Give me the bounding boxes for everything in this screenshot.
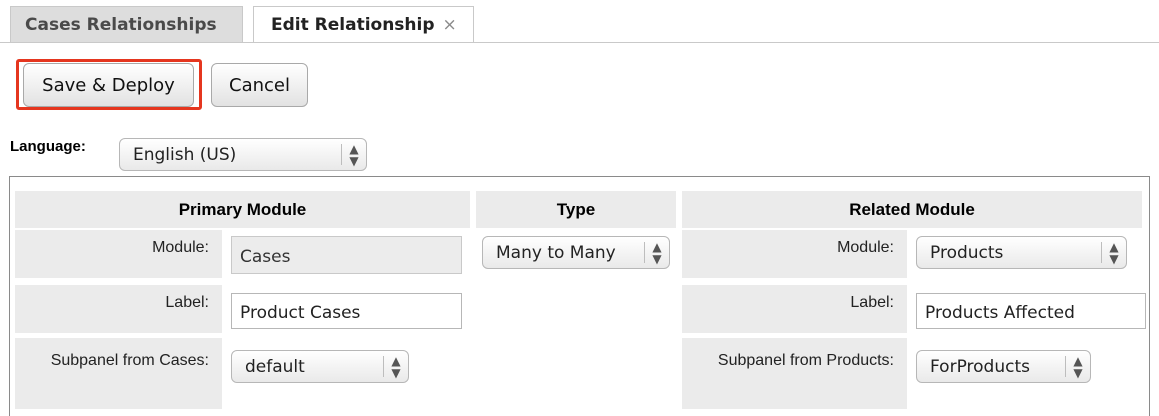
- up-down-arrows-icon: ▲ ▼: [1065, 355, 1090, 379]
- primary-label-input[interactable]: Product Cases: [231, 293, 462, 329]
- language-value: English (US): [133, 144, 237, 165]
- close-icon[interactable]: ×: [443, 15, 457, 35]
- related-subpanel-label: Subpanel from Products:: [682, 338, 907, 409]
- up-down-arrows-icon: ▲ ▼: [341, 143, 366, 167]
- header-type: Type: [476, 191, 676, 228]
- primary-subpanel-label: Subpanel from Cases:: [15, 338, 222, 409]
- tab-label: Edit Relationship: [271, 14, 435, 35]
- primary-label-label: Label:: [15, 285, 222, 333]
- save-deploy-button[interactable]: Save & Deploy: [23, 63, 194, 107]
- language-select[interactable]: English (US) ▲ ▼: [119, 138, 367, 171]
- up-down-arrows-icon: ▲ ▼: [1101, 241, 1126, 265]
- primary-subpanel-select[interactable]: default ▲ ▼: [231, 350, 409, 383]
- type-select[interactable]: Many to Many ▲ ▼: [482, 236, 670, 269]
- primary-module-field: Cases: [231, 236, 462, 274]
- related-subpanel-select[interactable]: ForProducts ▲ ▼: [916, 350, 1091, 383]
- language-label: Language:: [10, 138, 86, 155]
- tab-cases-relationships[interactable]: Cases Relationships: [10, 6, 243, 42]
- type-value: Many to Many: [496, 242, 616, 263]
- tab-bar: Cases Relationships Edit Relationship ×: [0, 0, 1159, 44]
- primary-subpanel-value: default: [245, 356, 305, 377]
- related-module-label: Module:: [682, 230, 907, 278]
- related-label-input[interactable]: Products Affected: [916, 293, 1146, 329]
- tab-divider: [0, 42, 1159, 43]
- related-label-label: Label:: [682, 285, 907, 333]
- tab-label: Cases Relationships: [25, 14, 217, 35]
- related-module-value: Products: [930, 242, 1004, 263]
- related-module-select[interactable]: Products ▲ ▼: [916, 236, 1127, 269]
- header-related-module: Related Module: [682, 191, 1142, 228]
- header-primary-module: Primary Module: [15, 191, 470, 228]
- primary-module-label: Module:: [15, 230, 222, 278]
- up-down-arrows-icon: ▲ ▼: [644, 241, 669, 265]
- related-subpanel-value: ForProducts: [930, 356, 1030, 377]
- cancel-button[interactable]: Cancel: [211, 63, 308, 107]
- tab-edit-relationship[interactable]: Edit Relationship ×: [253, 6, 474, 42]
- up-down-arrows-icon: ▲ ▼: [383, 355, 408, 379]
